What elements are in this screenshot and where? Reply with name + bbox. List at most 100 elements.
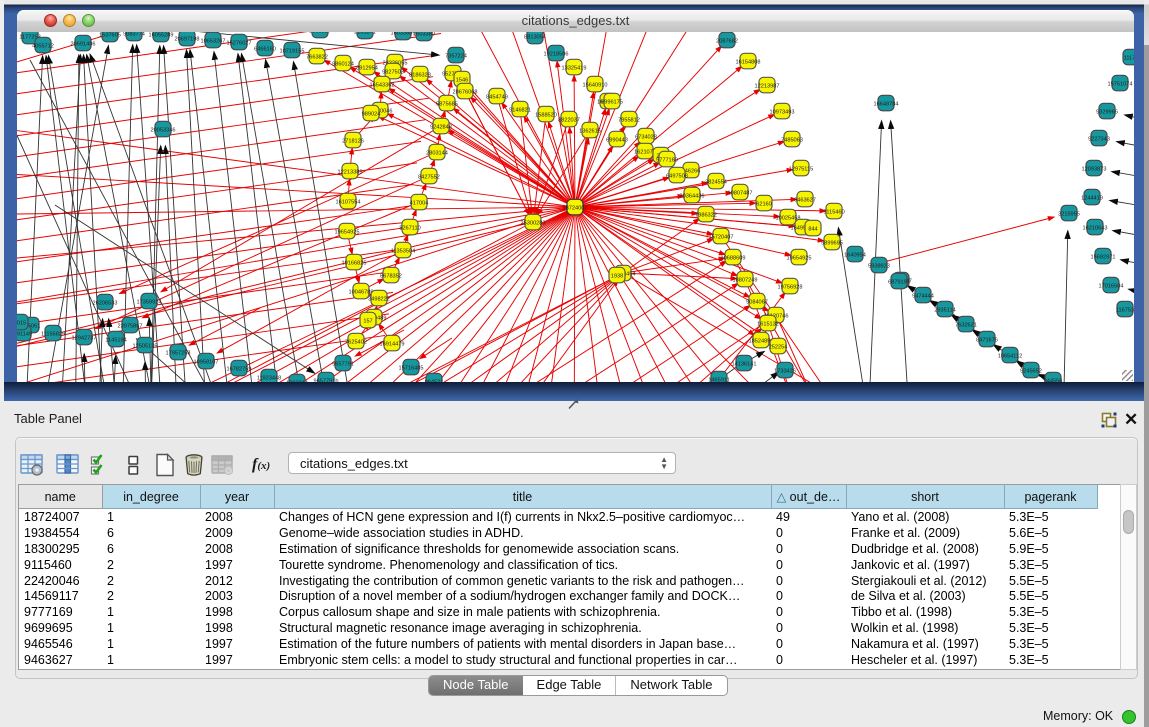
svg-text:1546: 1546 bbox=[456, 78, 468, 84]
svg-text:8267110: 8267110 bbox=[399, 226, 420, 232]
svg-text:8813054: 8813054 bbox=[524, 35, 546, 41]
svg-text:16055289: 16055289 bbox=[149, 33, 174, 39]
svg-text:6990443: 6990443 bbox=[606, 138, 628, 144]
svg-text:2935114: 2935114 bbox=[934, 308, 955, 314]
svg-text:417004: 417004 bbox=[410, 201, 429, 207]
svg-text:9083774: 9083774 bbox=[123, 32, 145, 38]
svg-text:15751074: 15751074 bbox=[1108, 82, 1133, 88]
svg-text:20697198: 20697198 bbox=[175, 37, 200, 43]
svg-text:11156829: 11156829 bbox=[41, 332, 65, 338]
svg-text:17016504: 17016504 bbox=[1099, 284, 1124, 290]
svg-text:1465911: 1465911 bbox=[708, 378, 729, 383]
svg-text:15716485: 15716485 bbox=[399, 366, 424, 372]
svg-text:116753: 116753 bbox=[1116, 308, 1134, 314]
svg-text:16033809: 16033809 bbox=[391, 32, 416, 37]
svg-text:7986322: 7986322 bbox=[695, 213, 717, 219]
svg-text:10688609: 10688609 bbox=[721, 256, 746, 262]
svg-text:9329966: 9329966 bbox=[1096, 110, 1118, 116]
svg-text:1640954: 1640954 bbox=[844, 253, 866, 259]
svg-text:1733426: 1733426 bbox=[774, 369, 796, 375]
svg-text:20691406: 20691406 bbox=[71, 42, 96, 48]
svg-text:9115460: 9115460 bbox=[823, 210, 844, 216]
svg-text:844: 844 bbox=[808, 227, 817, 233]
svg-text:989024: 989024 bbox=[362, 112, 381, 118]
svg-text:157: 157 bbox=[363, 319, 372, 325]
svg-text:8454749: 8454749 bbox=[486, 95, 508, 101]
svg-text:7625402: 7625402 bbox=[345, 340, 367, 346]
svg-text:9227343: 9227343 bbox=[1088, 137, 1110, 143]
svg-text:4055712: 4055712 bbox=[32, 44, 54, 50]
svg-text:7632621: 7632621 bbox=[955, 323, 977, 329]
svg-text:1588520: 1588520 bbox=[535, 113, 557, 119]
svg-text:1938: 1938 bbox=[611, 274, 623, 280]
svg-text:5875685: 5875685 bbox=[436, 102, 458, 108]
svg-text:16543362: 16543362 bbox=[370, 83, 395, 89]
svg-text:6497508: 6497508 bbox=[666, 174, 688, 180]
svg-text:13325419: 13325419 bbox=[562, 66, 587, 72]
svg-text:2718126: 2718126 bbox=[342, 139, 364, 145]
svg-text:964521: 964521 bbox=[425, 380, 444, 383]
svg-text:9245652: 9245652 bbox=[1020, 369, 1042, 375]
svg-text:9827503: 9827503 bbox=[382, 70, 404, 76]
svg-text:9899695: 9899695 bbox=[821, 241, 843, 247]
svg-text:10719155: 10719155 bbox=[280, 49, 305, 55]
svg-text:23975867: 23975867 bbox=[118, 324, 143, 330]
svg-text:7485063: 7485063 bbox=[781, 138, 803, 144]
svg-text:7663822: 7663822 bbox=[306, 55, 328, 61]
svg-text:6466160: 6466160 bbox=[254, 47, 276, 53]
svg-text:9015: 9015 bbox=[17, 321, 26, 327]
svg-text:10958107: 10958107 bbox=[194, 360, 219, 366]
svg-text:15276027: 15276027 bbox=[227, 41, 252, 47]
svg-text:7357224: 7357224 bbox=[445, 54, 467, 60]
svg-text:10653267: 10653267 bbox=[201, 39, 226, 45]
svg-text:11172: 11172 bbox=[1124, 56, 1134, 62]
svg-text:12942737: 12942737 bbox=[72, 336, 97, 342]
svg-text:8186328: 8186328 bbox=[409, 73, 431, 79]
svg-text:11923448: 11923448 bbox=[257, 376, 281, 382]
svg-text:12975115: 12975115 bbox=[789, 167, 813, 173]
svg-text:6996175: 6996175 bbox=[601, 100, 623, 106]
svg-text:2087682: 2087682 bbox=[716, 39, 738, 45]
svg-text:16914479: 16914479 bbox=[380, 342, 405, 348]
svg-text:14136141: 14136141 bbox=[732, 362, 757, 368]
svg-text:9146821: 9146821 bbox=[509, 108, 531, 114]
svg-text:15640910: 15640910 bbox=[583, 83, 608, 89]
svg-text:11353504: 11353504 bbox=[391, 249, 415, 255]
svg-text:28676068: 28676068 bbox=[453, 90, 478, 96]
svg-text:16107554: 16107554 bbox=[336, 200, 361, 206]
svg-text:8822037: 8822037 bbox=[558, 118, 580, 124]
svg-text:8471676: 8471676 bbox=[976, 338, 998, 344]
svg-text:2101871: 2101871 bbox=[354, 32, 376, 36]
svg-text:15692971: 15692971 bbox=[1091, 255, 1116, 261]
svg-text:17359924: 17359924 bbox=[137, 300, 162, 306]
svg-text:9474444: 9474444 bbox=[912, 294, 934, 300]
svg-text:19654925: 19654925 bbox=[787, 256, 812, 262]
svg-text:6734028: 6734028 bbox=[635, 135, 657, 141]
svg-text:1537605: 1537605 bbox=[99, 33, 121, 39]
svg-text:2803144: 2803144 bbox=[426, 151, 448, 157]
svg-text:12093873: 12093873 bbox=[1082, 167, 1107, 173]
svg-text:252254: 252254 bbox=[769, 345, 788, 351]
svg-text:62160: 62160 bbox=[756, 202, 772, 208]
svg-text:12213987: 12213987 bbox=[755, 84, 780, 90]
svg-text:9084067: 9084067 bbox=[746, 300, 768, 306]
svg-text:25300283: 25300283 bbox=[521, 221, 546, 227]
svg-text:9463627: 9463627 bbox=[794, 198, 816, 204]
svg-text:16782759: 16782759 bbox=[227, 367, 252, 373]
svg-text:20053346: 20053346 bbox=[151, 128, 176, 134]
svg-text:9657791b: 9657791b bbox=[314, 379, 339, 383]
svg-text:6879197: 6879197 bbox=[888, 280, 910, 286]
svg-text:9657791: 9657791 bbox=[332, 362, 354, 368]
svg-text:9777169: 9777169 bbox=[656, 158, 678, 164]
svg-text:19756928: 19756928 bbox=[778, 285, 803, 291]
svg-text:1362615: 1362615 bbox=[579, 129, 601, 135]
svg-text:17957253: 17957253 bbox=[166, 351, 191, 357]
svg-text:1615132: 1615132 bbox=[757, 322, 779, 328]
svg-text:19166825: 19166825 bbox=[342, 261, 367, 267]
svg-text:19218506: 19218506 bbox=[544, 52, 569, 58]
svg-text:5938923: 5938923 bbox=[868, 264, 890, 270]
svg-text:19654925: 19654925 bbox=[335, 230, 360, 236]
svg-text:8427552: 8427552 bbox=[418, 175, 440, 181]
svg-text:16154808: 16154808 bbox=[736, 60, 761, 66]
svg-text:16210643: 16210643 bbox=[1083, 226, 1108, 232]
